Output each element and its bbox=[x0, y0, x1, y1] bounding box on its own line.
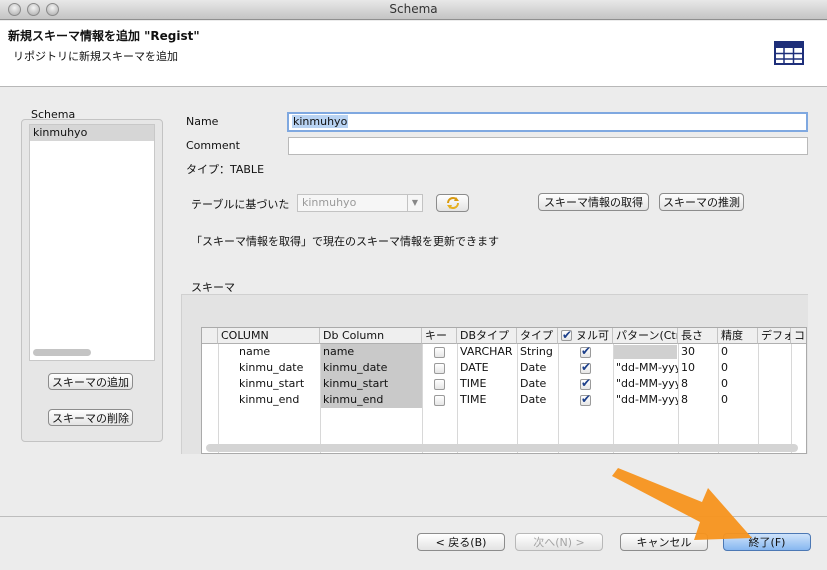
schema-table[interactable]: COLUMN Db Column キー DBタイプ タイプ ヌル可 パターン(C… bbox=[201, 327, 807, 454]
schema-hint-text: 「スキーマ情報を取得」で現在のスキーマ情報を更新できます bbox=[191, 235, 499, 248]
refresh-button[interactable] bbox=[436, 194, 469, 212]
cell-db-type[interactable]: TIME bbox=[457, 376, 517, 392]
column-header-pattern[interactable]: パターン(Ctrl+スペース) bbox=[613, 328, 678, 344]
cell-db-column[interactable]: name bbox=[320, 344, 422, 360]
schema-list[interactable] bbox=[29, 124, 155, 361]
nullable-checkbox[interactable] bbox=[580, 392, 591, 406]
cell-precision[interactable]: 0 bbox=[718, 344, 758, 360]
nullable-all-checkbox[interactable] bbox=[561, 328, 572, 343]
cell-pattern[interactable] bbox=[614, 345, 677, 359]
cell-db-type[interactable]: VARCHAR bbox=[457, 344, 517, 360]
cell-db-column[interactable]: kinmu_date bbox=[320, 360, 422, 376]
comment-label: Comment bbox=[186, 139, 240, 152]
comment-input[interactable] bbox=[288, 137, 808, 155]
cell-pattern[interactable]: "dd-MM-yyyy" bbox=[613, 360, 678, 376]
refresh-icon bbox=[446, 197, 459, 209]
based-on-table-label: テーブルに基づいた bbox=[191, 198, 290, 211]
cell-precision[interactable]: 0 bbox=[718, 360, 758, 376]
column-header-db-type[interactable]: DBタイプ bbox=[457, 328, 517, 344]
name-input[interactable]: kinmuhyo bbox=[287, 112, 808, 132]
delete-schema-button[interactable]: スキーマの削除 bbox=[48, 409, 133, 426]
cell-pattern[interactable]: "dd-MM-yyyy" bbox=[613, 392, 678, 408]
cell-db-column[interactable]: kinmu_start bbox=[320, 376, 422, 392]
cell-column[interactable]: kinmu_date bbox=[236, 360, 320, 376]
column-header-key[interactable]: キー bbox=[422, 328, 457, 344]
cell-type[interactable]: String bbox=[517, 344, 558, 360]
cell-type[interactable]: Date bbox=[517, 360, 558, 376]
type-label: タイプ：TABLE bbox=[186, 163, 265, 176]
dialog-title: 新規スキーマ情報を追加 "Regist" bbox=[8, 29, 200, 43]
key-checkbox[interactable] bbox=[434, 395, 445, 406]
schema-list-scrollbar[interactable] bbox=[33, 349, 91, 356]
column-header-length[interactable]: 長さ bbox=[678, 328, 718, 344]
column-header-precision[interactable]: 精度 bbox=[718, 328, 758, 344]
cell-length[interactable]: 8 bbox=[678, 392, 718, 408]
row-header-cell bbox=[202, 328, 218, 344]
dialog-subtitle: リポジトリに新規スキーマを追加 bbox=[13, 50, 178, 63]
cell-length[interactable]: 10 bbox=[678, 360, 718, 376]
name-input-value: kinmuhyo bbox=[292, 115, 349, 128]
column-header-nullable[interactable]: ヌル可 bbox=[558, 328, 613, 344]
column-header-column[interactable]: COLUMN bbox=[218, 328, 320, 344]
key-checkbox[interactable] bbox=[434, 347, 445, 358]
cell-type[interactable]: Date bbox=[517, 392, 558, 408]
window-titlebar: Schema bbox=[0, 0, 827, 20]
schema-table-scrollbar[interactable] bbox=[206, 444, 798, 452]
column-header-db-column[interactable]: Db Column bbox=[320, 328, 422, 344]
cell-precision[interactable]: 0 bbox=[718, 376, 758, 392]
cell-type[interactable]: Date bbox=[517, 376, 558, 392]
cell-column[interactable]: kinmu_end bbox=[236, 392, 320, 408]
window-title: Schema bbox=[389, 2, 438, 16]
cell-precision[interactable]: 0 bbox=[718, 392, 758, 408]
cell-length[interactable]: 30 bbox=[678, 344, 718, 360]
column-header-comment[interactable]: コメント bbox=[791, 328, 806, 344]
dialog-header: 新規スキーマ情報を追加 "Regist" リポジトリに新規スキーマを追加 bbox=[0, 21, 827, 87]
column-header-type[interactable]: タイプ bbox=[517, 328, 558, 344]
cell-column[interactable]: name bbox=[236, 344, 320, 360]
nullable-checkbox[interactable] bbox=[580, 376, 591, 390]
name-label: Name bbox=[186, 115, 219, 128]
schema-list-item[interactable]: kinmuhyo bbox=[30, 125, 154, 141]
key-checkbox[interactable] bbox=[434, 379, 445, 390]
cell-db-type[interactable]: DATE bbox=[457, 360, 517, 376]
column-header-nullable-label: ヌル可 bbox=[576, 329, 609, 342]
key-checkbox[interactable] bbox=[434, 363, 445, 374]
cell-db-column[interactable]: kinmu_end bbox=[320, 392, 422, 408]
chevron-down-icon: ▼ bbox=[407, 195, 422, 211]
get-schema-button[interactable]: スキーマ情報の取得 bbox=[538, 193, 649, 211]
add-schema-button[interactable]: スキーマの追加 bbox=[48, 373, 133, 390]
table-icon bbox=[774, 41, 804, 65]
cell-length[interactable]: 8 bbox=[678, 376, 718, 392]
cell-column[interactable]: kinmu_start bbox=[236, 376, 320, 392]
schema-table-group-label: スキーマ bbox=[191, 281, 235, 294]
nullable-checkbox[interactable] bbox=[580, 360, 591, 374]
column-header-default[interactable]: デフォルト bbox=[758, 328, 791, 344]
pointer-arrow-icon bbox=[612, 468, 752, 540]
guess-schema-button[interactable]: スキーマの推測 bbox=[659, 193, 744, 211]
next-button[interactable]: 次へ(N) > bbox=[515, 533, 603, 551]
nullable-checkbox[interactable] bbox=[580, 344, 591, 358]
cell-pattern[interactable]: "dd-MM-yyyy" bbox=[613, 376, 678, 392]
cell-db-type[interactable]: TIME bbox=[457, 392, 517, 408]
based-on-table-value: kinmuhyo bbox=[302, 196, 357, 209]
based-on-table-select[interactable]: kinmuhyo ▼ bbox=[297, 194, 423, 212]
back-button[interactable]: < 戻る(B) bbox=[417, 533, 505, 551]
